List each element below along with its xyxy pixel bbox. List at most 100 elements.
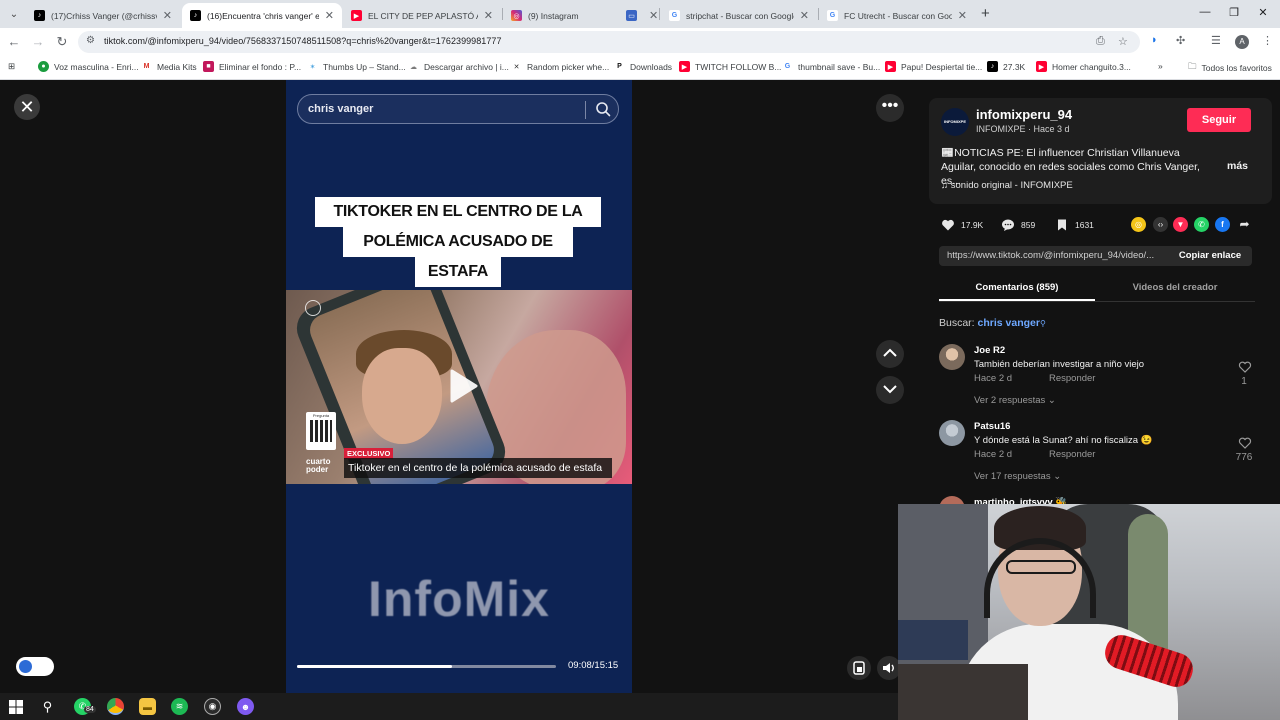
search-icon[interactable] [595, 101, 611, 117]
reply-button[interactable]: Responder [1049, 449, 1095, 460]
tab-6[interactable]: G stripchat - Buscar con Google ✕ [661, 3, 817, 28]
bookmark-8[interactable]: ▶ TWITCH FOLLOW B... [679, 61, 781, 72]
window-close-icon[interactable]: ✕ [1248, 6, 1278, 19]
minimize-icon[interactable]: — [1190, 6, 1220, 18]
bookmark-6[interactable]: ✕ Random picker whe... [511, 61, 609, 72]
tab-7[interactable]: G FC Utrecht - Buscar con Google ✕ [819, 3, 975, 28]
tab-4[interactable]: ◎ (9) Instagram [503, 3, 617, 28]
tab-close-icon[interactable]: ✕ [649, 9, 658, 22]
copy-link-button[interactable]: Copiar enlace [1168, 246, 1252, 266]
tab-3[interactable]: ▶ EL CITY DE PEP APLASTÓ AL D ✕ [343, 3, 501, 28]
bookmark-9[interactable]: Gthumbnail save - Bu... [782, 61, 880, 72]
chrome-icon[interactable] [107, 698, 124, 715]
bookmark-5[interactable]: ☁ Descargar archivo | i... [408, 61, 509, 72]
tab-close-icon[interactable]: ✕ [958, 9, 967, 22]
close-icon: ✕ [19, 97, 35, 117]
see-more-link[interactable]: más [1227, 160, 1248, 172]
view-replies-button[interactable]: Ver 17 respuestas ⌄ [974, 471, 1061, 482]
video-link-field[interactable]: https://www.tiktok.com/@infomixperu_94/v… [939, 246, 1168, 266]
commenter-avatar[interactable] [939, 344, 965, 370]
spotify-icon[interactable]: ≋ [171, 698, 188, 715]
search-query[interactable]: chris vanger [308, 103, 373, 115]
extension-audio-icon[interactable]: ◗ [1151, 34, 1158, 46]
close-video-button[interactable]: ✕ [14, 94, 40, 120]
commenter-avatar[interactable] [939, 420, 965, 446]
video-progress-bar[interactable] [297, 665, 556, 668]
qr-label: Pregunta [312, 413, 330, 418]
more-options-button[interactable]: ••• [876, 94, 904, 122]
tab-search-chevron-icon[interactable]: ⌄ [4, 4, 24, 24]
like-stat[interactable]: 17.9K [941, 218, 983, 232]
sound-link[interactable]: ♫ sonido original - INFOMIXPE [941, 180, 1073, 191]
whatsapp-icon[interactable]: ✆ [1194, 217, 1209, 232]
embed-code-icon[interactable]: ‹› [1153, 217, 1168, 232]
commenter-name[interactable]: Patsu16 [974, 421, 1010, 432]
search-small-icon: ⚲ [1039, 319, 1046, 328]
desk [898, 664, 1028, 720]
comment-item: Patsu16 Y dónde está la Sunat? ahí no fi… [939, 420, 1255, 490]
restore-icon[interactable]: ❐ [1219, 6, 1249, 19]
bookmark-11[interactable]: ♪ 27.3K [987, 61, 1025, 72]
app-icon[interactable]: ☻ [237, 698, 254, 715]
commenter-name[interactable]: Joe R2 [974, 345, 1005, 356]
apps-grid-icon[interactable]: ⊞ [8, 61, 15, 72]
bookmark-4[interactable]: ✶ Thumbs Up – Stand... [307, 61, 406, 72]
coin-share-icon[interactable]: ◎ [1131, 217, 1146, 232]
back-arrow-icon[interactable]: ← [6, 34, 22, 50]
creator-username[interactable]: infomixperu_94 [976, 107, 1072, 122]
extensions-puzzle-icon[interactable]: ✣ [1176, 34, 1185, 47]
reload-icon[interactable]: ↻ [54, 34, 70, 50]
comment-stat[interactable]: 859 [1001, 218, 1035, 232]
bookmark-3[interactable]: ■ Eliminar el fondo : P... [203, 61, 301, 72]
bookmark-10[interactable]: ▶ Papu! Despiertal tie... [885, 61, 982, 72]
tab-5[interactable]: ▭ ✕ [618, 3, 658, 28]
browser-toolbar: ← → ↻ ⚙ tiktok.com/@infomixperu_94/video… [0, 28, 1280, 56]
previous-video-button[interactable] [876, 340, 904, 368]
follow-button[interactable]: Seguir [1187, 108, 1251, 132]
address-bar[interactable]: ⚙ tiktok.com/@infomixperu_94/video/75683… [78, 31, 1140, 53]
file-explorer-icon[interactable]: ▬ [139, 698, 156, 715]
bookmark-1[interactable]: ● Voz masculina - Enri... [38, 61, 139, 72]
tab-close-icon[interactable]: ✕ [484, 9, 493, 22]
url-text[interactable]: tiktok.com/@infomixperu_94/video/7568337… [104, 36, 502, 46]
reply-button[interactable]: Responder [1049, 373, 1095, 384]
tab-close-icon[interactable]: ✕ [325, 9, 334, 22]
view-replies-button[interactable]: Ver 2 respuestas ⌄ [974, 395, 1056, 406]
profile-avatar[interactable]: A [1235, 35, 1249, 49]
comment-heart-icon[interactable] [1238, 360, 1252, 374]
bookmark-2[interactable]: M Media Kits [141, 61, 197, 72]
new-tab-plus-icon[interactable]: + [981, 5, 990, 22]
all-bookmarks[interactable]: 🗀 Todos los favoritos [1188, 61, 1272, 75]
pip-button[interactable] [847, 656, 871, 680]
search-hint-term[interactable]: chris vanger [978, 317, 1040, 329]
share-arrow-icon[interactable]: ➦ [1237, 217, 1252, 232]
install-app-icon[interactable]: ⎙ [1096, 35, 1105, 48]
facebook-icon[interactable]: f [1215, 217, 1230, 232]
video-search-bar[interactable]: chris vanger [297, 94, 619, 124]
comment-heart-icon[interactable] [1238, 436, 1252, 450]
bookmark-12[interactable]: ▶ Homer changuito.3... [1036, 61, 1131, 72]
tab-1[interactable]: ♪ (17)Crhiss Vanger (@crhissvang ✕ [26, 3, 180, 28]
obs-icon[interactable]: ◉ [204, 698, 221, 715]
taskbar-search-icon[interactable]: ⚲ [39, 698, 56, 715]
send-friend-icon[interactable]: ▼ [1173, 217, 1188, 232]
creator-avatar[interactable]: INFOMIXPE [941, 108, 969, 136]
forward-arrow-icon[interactable]: → [30, 34, 46, 50]
play-icon[interactable] [442, 366, 482, 406]
next-video-button[interactable] [876, 376, 904, 404]
media-control-icon[interactable]: ☰ [1211, 34, 1221, 47]
autoscroll-toggle[interactable] [16, 657, 54, 676]
save-stat[interactable]: 1631 [1055, 218, 1094, 232]
tab-close-icon[interactable]: ✕ [163, 9, 172, 22]
bookmarks-overflow-chevron-icon[interactable]: » [1158, 61, 1163, 71]
site-info-icon[interactable]: ⚙ [86, 35, 95, 46]
video-player[interactable]: chris vanger TIKTOKER EN EL CENTRO DE LA… [286, 80, 632, 693]
bookmark-7[interactable]: P Downloads [614, 61, 672, 72]
bookmark-star-icon[interactable]: ☆ [1118, 35, 1128, 48]
comment-search-hint[interactable]: Buscar: chris vanger⚲ [939, 317, 1046, 329]
tab-close-icon[interactable]: ✕ [800, 9, 809, 22]
browser-menu-icon[interactable]: ⋮ [1262, 34, 1273, 47]
windows-start-icon[interactable] [7, 698, 24, 715]
tab-2-active[interactable]: ♪ (16)Encuentra 'chris vanger' en ✕ [182, 3, 342, 28]
tab-creator-videos[interactable]: Videos del creador [1097, 282, 1253, 302]
